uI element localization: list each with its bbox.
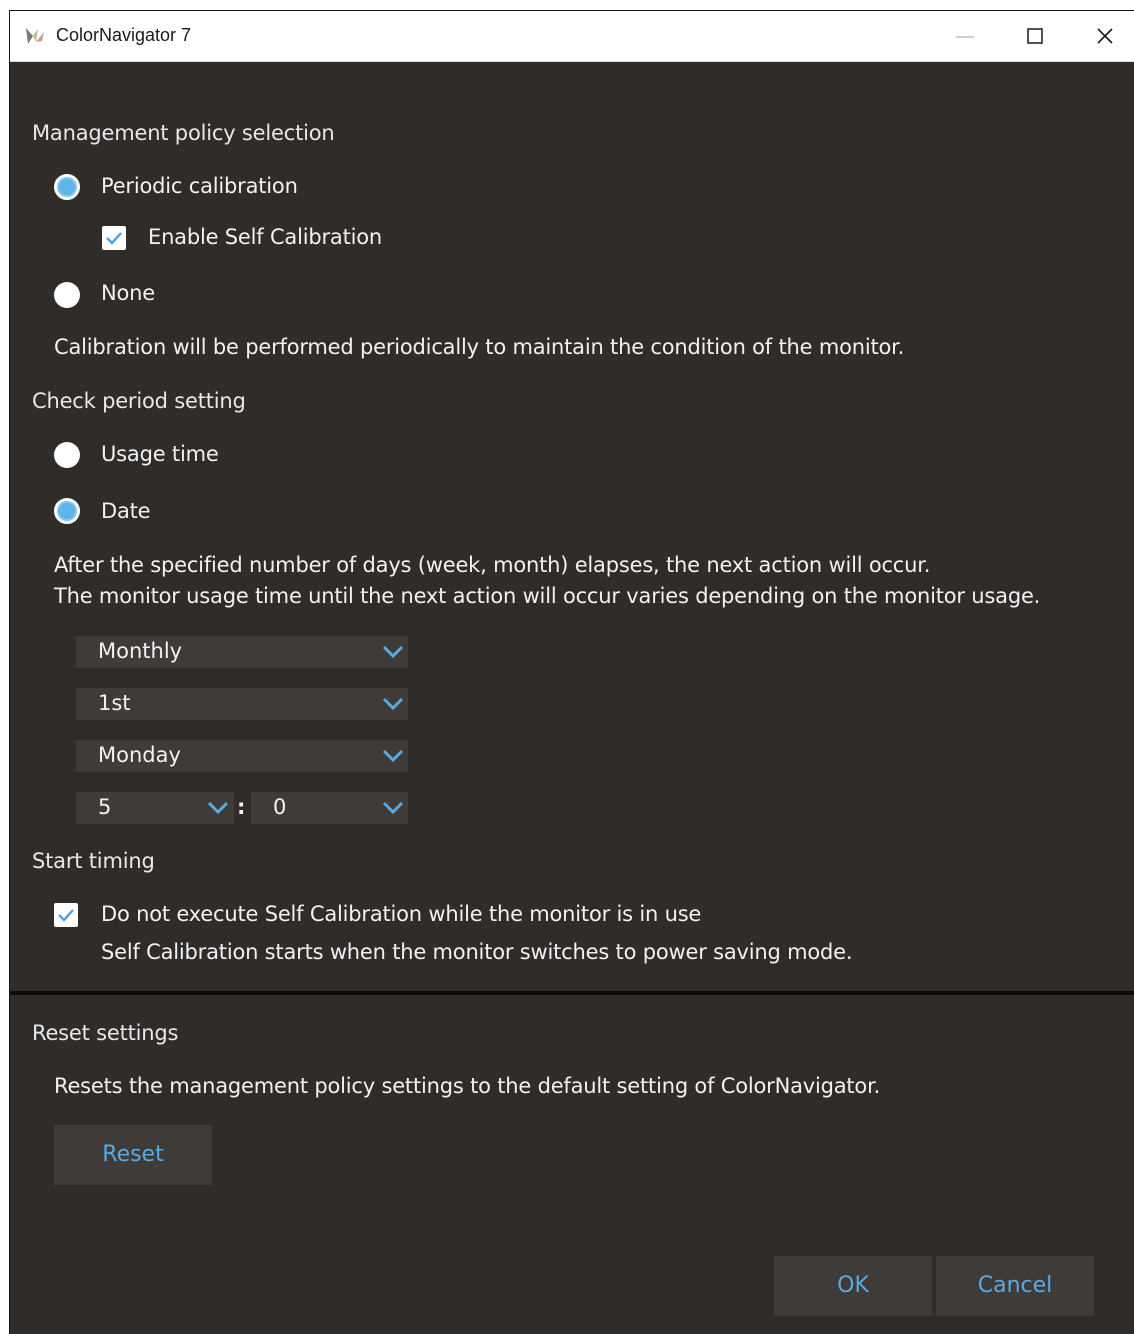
weekday-select[interactable]: Monday xyxy=(76,740,408,772)
hour-select[interactable]: 5 xyxy=(76,792,234,824)
colornavigator-window: ColorNavigator 7 Management policy selec… xyxy=(9,10,1134,1334)
enable-self-calibration-label[interactable]: Enable Self Calibration xyxy=(148,225,382,249)
none-radio[interactable] xyxy=(54,282,80,308)
hour-value: 5 xyxy=(98,795,112,819)
policy-heading: Management policy selection xyxy=(32,121,335,145)
period-description-line1: After the specified number of days (week… xyxy=(54,553,931,577)
maximize-icon xyxy=(1027,28,1043,44)
frequency-value: Monthly xyxy=(98,639,183,663)
enable-self-calibration-checkbox[interactable] xyxy=(102,226,126,250)
reset-heading: Reset settings xyxy=(32,1021,179,1045)
chevron-down-icon xyxy=(382,645,404,659)
no-exec-while-in-use-label[interactable]: Do not execute Self Calibration while th… xyxy=(101,902,701,926)
week-of-month-value: 1st xyxy=(98,691,131,715)
chevron-down-icon xyxy=(382,801,404,815)
none-label[interactable]: None xyxy=(101,281,155,305)
ok-button[interactable]: OK xyxy=(774,1256,932,1316)
colornavigator-app-icon xyxy=(26,28,44,44)
date-radio[interactable] xyxy=(54,498,80,524)
minute-value: 0 xyxy=(273,795,287,819)
week-of-month-select[interactable]: 1st xyxy=(76,688,408,720)
date-label[interactable]: Date xyxy=(101,499,151,523)
reset-description: Resets the management policy settings to… xyxy=(54,1074,881,1098)
checkmark-icon xyxy=(106,232,122,245)
power-saving-note: Self Calibration starts when the monitor… xyxy=(101,940,853,964)
close-button[interactable] xyxy=(1070,11,1134,61)
start-timing-heading: Start timing xyxy=(32,849,155,873)
reset-button[interactable]: Reset xyxy=(54,1125,212,1185)
chevron-down-icon xyxy=(382,749,404,763)
usage-time-label[interactable]: Usage time xyxy=(101,442,219,466)
frequency-select[interactable]: Monthly xyxy=(76,636,408,668)
cancel-button[interactable]: Cancel xyxy=(936,1256,1094,1316)
weekday-value: Monday xyxy=(98,743,181,767)
title-bar: ColorNavigator 7 xyxy=(10,11,1134,62)
minimize-icon xyxy=(956,36,974,38)
usage-time-radio[interactable] xyxy=(54,442,80,468)
periodic-calibration-radio[interactable] xyxy=(54,174,80,200)
chevron-down-icon xyxy=(382,697,404,711)
check-period-heading: Check period setting xyxy=(32,389,246,413)
chevron-down-icon xyxy=(207,801,229,815)
section-divider xyxy=(10,991,1134,995)
checkmark-icon xyxy=(58,909,74,922)
periodic-calibration-label[interactable]: Periodic calibration xyxy=(101,174,298,198)
close-icon xyxy=(1097,28,1113,44)
maximize-button[interactable] xyxy=(1000,11,1070,61)
time-separator: : xyxy=(237,795,246,819)
period-description-line2: The monitor usage time until the next ac… xyxy=(54,584,1041,608)
no-exec-while-in-use-checkbox[interactable] xyxy=(54,903,78,927)
policy-description: Calibration will be performed periodical… xyxy=(54,335,905,359)
minimize-button[interactable] xyxy=(930,11,1000,61)
minute-select[interactable]: 0 xyxy=(251,792,408,824)
window-title: ColorNavigator 7 xyxy=(56,25,192,45)
